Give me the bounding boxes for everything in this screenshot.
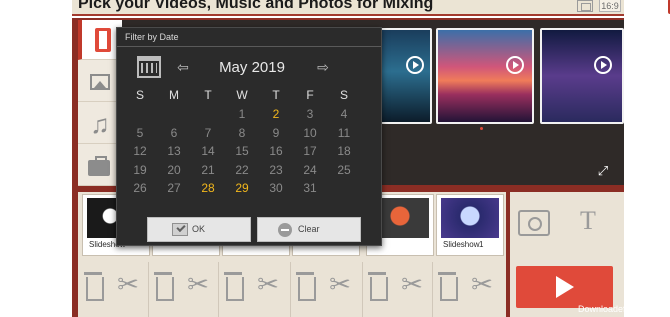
scissors-icon[interactable]: ✂ xyxy=(400,268,424,300)
slot-tools: ✂ xyxy=(362,262,430,317)
page-title: Pick your Videos, Music and Photos for M… xyxy=(78,0,434,12)
month-label: May 2019 xyxy=(219,59,285,76)
header-bar: Pick your Videos, Music and Photos for M… xyxy=(72,0,670,16)
clear-icon xyxy=(278,223,292,237)
weekday-header: T xyxy=(204,88,212,102)
calendar-day[interactable]: 22 xyxy=(227,162,257,178)
play-icon xyxy=(506,56,524,74)
trash-icon[interactable] xyxy=(296,272,316,301)
calendar-day[interactable]: 29 xyxy=(227,180,257,196)
calendar-day[interactable]: 2 xyxy=(261,106,291,122)
weekday-header: S xyxy=(135,88,144,102)
ok-button[interactable]: OK xyxy=(147,217,251,242)
weekday-header: T xyxy=(272,88,280,102)
media-thumbnail[interactable] xyxy=(436,28,534,124)
calendar-day[interactable]: 15 xyxy=(227,143,257,159)
slot-number: 1 xyxy=(479,240,484,249)
scissors-icon[interactable]: ✂ xyxy=(256,268,280,300)
divider xyxy=(117,46,381,47)
media-thumbnail[interactable] xyxy=(540,28,624,124)
slot-tools: ✂ xyxy=(78,262,146,317)
calendar-day[interactable]: 12 xyxy=(125,143,155,159)
calendar-day[interactable]: 16 xyxy=(261,143,291,159)
folder-icon xyxy=(88,156,110,176)
calendar-day[interactable]: 10 xyxy=(295,125,325,141)
ok-icon xyxy=(172,223,188,236)
media-thumbnail[interactable] xyxy=(378,28,432,124)
calendar-icon xyxy=(137,56,161,78)
play-button[interactable] xyxy=(516,266,613,308)
film-icon xyxy=(95,28,111,52)
dialog-title: Filter by Date xyxy=(125,32,179,42)
calendar-day[interactable]: 20 xyxy=(159,162,189,178)
calendar-day[interactable]: 28 xyxy=(193,180,223,196)
calendar-day[interactable]: 17 xyxy=(295,143,325,159)
calendar-day[interactable]: 6 xyxy=(159,125,189,141)
right-margin xyxy=(624,0,670,317)
slot-tools: ✂ xyxy=(290,262,358,317)
scissors-icon[interactable]: ✂ xyxy=(328,268,352,300)
play-icon xyxy=(594,56,612,74)
calendar-day[interactable]: 5 xyxy=(125,125,155,141)
weekday-header: W xyxy=(236,88,248,102)
calendar-day[interactable]: 7 xyxy=(193,125,223,141)
calendar-day[interactable]: 18 xyxy=(329,143,359,159)
slot-tools: ✂ xyxy=(218,262,286,317)
scissors-icon[interactable]: ✂ xyxy=(116,268,140,300)
slot-thumbnail xyxy=(441,198,499,238)
calendar-day[interactable]: 8 xyxy=(227,125,257,141)
page-indicator-dot xyxy=(480,127,483,130)
aspect-icon[interactable] xyxy=(577,0,593,12)
calendar-day[interactable]: 25 xyxy=(329,162,359,178)
slot-label: Slideshow xyxy=(443,240,480,249)
calendar-day[interactable]: 3 xyxy=(295,106,325,122)
clear-label: Clear xyxy=(298,224,320,234)
calendar-day[interactable]: 21 xyxy=(193,162,223,178)
trash-icon[interactable] xyxy=(84,272,104,301)
camera-icon[interactable] xyxy=(518,210,550,236)
trash-icon[interactable] xyxy=(224,272,244,301)
calendar-day[interactable]: 9 xyxy=(261,125,291,141)
weekday-header: S xyxy=(339,88,348,102)
calendar-day[interactable]: 13 xyxy=(159,143,189,159)
calendar-day[interactable]: 1 xyxy=(227,106,257,122)
calendar-day[interactable]: 31 xyxy=(295,180,325,196)
calendar-day[interactable]: 23 xyxy=(261,162,291,178)
scissors-icon[interactable]: ✂ xyxy=(186,268,210,300)
prev-month-icon[interactable]: ⇦ xyxy=(175,60,191,74)
timeline-slot[interactable]: Slideshow 1 xyxy=(436,194,504,256)
expand-icon[interactable]: ⤢ xyxy=(596,164,610,178)
aspect-ratio-button[interactable]: 16:9 xyxy=(599,0,621,12)
calendar-day[interactable]: 14 xyxy=(193,143,223,159)
play-icon xyxy=(406,56,424,74)
next-month-icon[interactable]: ⇨ xyxy=(315,60,331,74)
calendar-day[interactable]: 19 xyxy=(125,162,155,178)
scissors-icon[interactable]: ✂ xyxy=(470,268,494,300)
music-icon: ♫ xyxy=(90,109,110,139)
trash-icon[interactable] xyxy=(368,272,388,301)
app-window: Pick your Videos, Music and Photos for M… xyxy=(0,0,670,317)
calendar-day[interactable]: 26 xyxy=(125,180,155,196)
calendar-day[interactable]: 30 xyxy=(261,180,291,196)
weekday-header: M xyxy=(169,88,179,102)
calendar-day[interactable]: 27 xyxy=(159,180,189,196)
trash-icon[interactable] xyxy=(438,272,458,301)
clear-button[interactable]: Clear xyxy=(257,217,361,242)
slot-tools: ✂ xyxy=(432,262,500,317)
left-margin xyxy=(0,0,72,317)
trash-icon[interactable] xyxy=(154,272,174,301)
photo-icon xyxy=(90,74,110,90)
filter-date-dialog: Filter by Date ⇦ May 2019 ⇨ SMTWTFS12345… xyxy=(116,27,382,246)
add-text-icon[interactable]: T xyxy=(580,206,610,236)
ok-label: OK xyxy=(192,224,206,234)
calendar-day[interactable]: 24 xyxy=(295,162,325,178)
calendar-day[interactable]: 11 xyxy=(329,125,359,141)
watermark: Downloadefilm.ir xyxy=(578,304,645,314)
weekday-header: F xyxy=(306,88,314,102)
slot-tools: ✂ xyxy=(148,262,216,317)
calendar-day[interactable]: 4 xyxy=(329,106,359,122)
